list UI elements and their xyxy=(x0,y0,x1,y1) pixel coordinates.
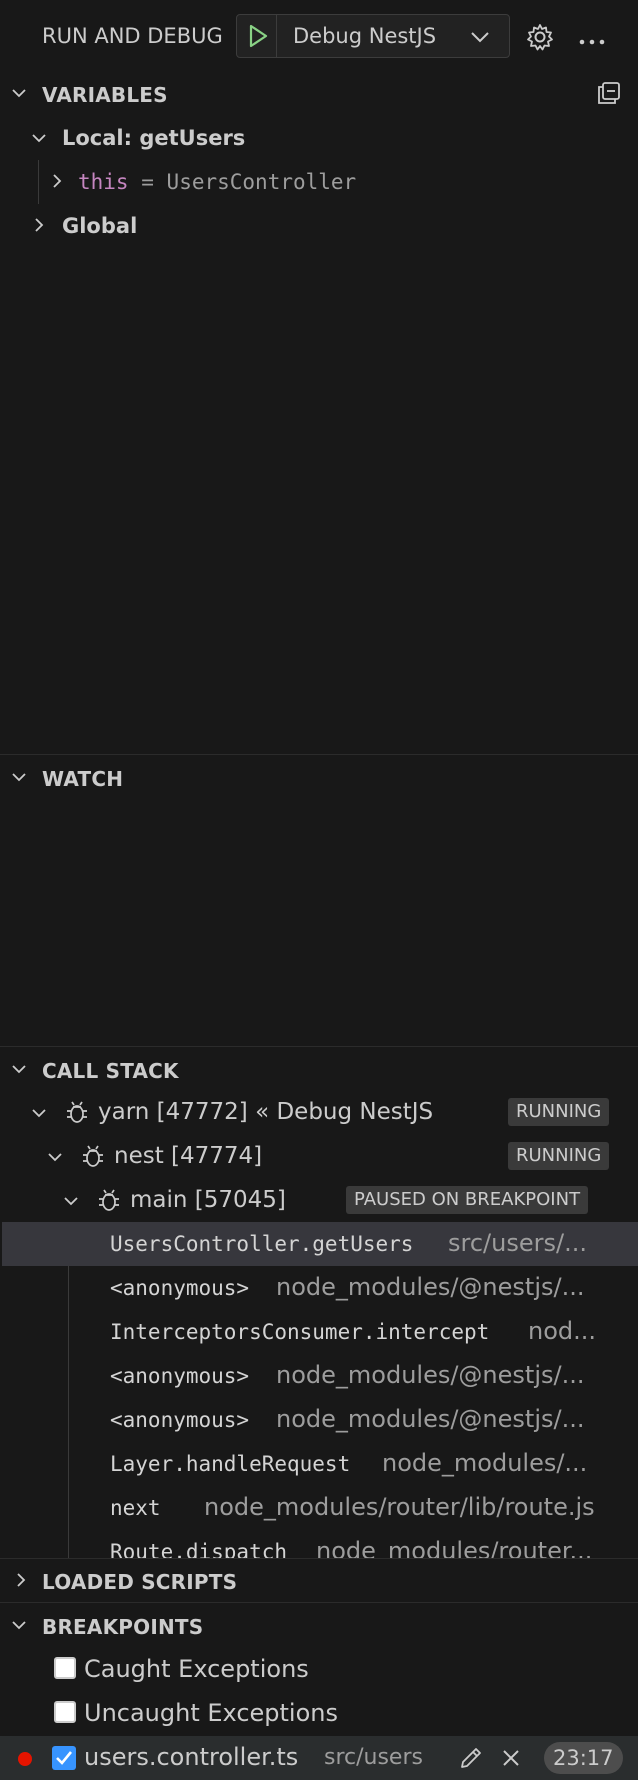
stack-frame[interactable]: <anonymous> node_modules/@nestjs/... xyxy=(2,1266,638,1310)
scope-global[interactable]: Global xyxy=(62,214,137,238)
chevron-down-icon[interactable] xyxy=(32,1106,46,1120)
frame-function: <anonymous> xyxy=(110,1408,250,1432)
loaded-scripts-section-title[interactable]: LOADED SCRIPTS xyxy=(42,1570,237,1594)
panel-title: RUN AND DEBUG xyxy=(42,24,223,48)
chevron-down-icon[interactable] xyxy=(12,1618,26,1632)
caught-exceptions-label: Caught Exceptions xyxy=(84,1655,309,1683)
scope-local[interactable]: Local: getUsers xyxy=(62,126,245,150)
caught-exceptions-checkbox[interactable] xyxy=(54,1657,76,1679)
edit-breakpoint-icon[interactable] xyxy=(458,1745,484,1775)
variables-section-title[interactable]: VARIABLES xyxy=(42,83,168,107)
start-debugging-button[interactable] xyxy=(237,15,277,57)
section-divider xyxy=(0,1558,638,1559)
status-badge: PAUSED ON BREAKPOINT xyxy=(346,1186,589,1214)
thread-label: nest [47774] xyxy=(114,1143,263,1169)
frame-function: next xyxy=(110,1496,161,1520)
play-icon xyxy=(249,24,268,48)
stack-frame[interactable]: Route.dispatch node_modules/router... xyxy=(2,1530,638,1558)
breakpoint-file-name: users.controller.ts xyxy=(84,1743,299,1771)
chevron-right-icon[interactable] xyxy=(32,218,46,232)
watch-section-title[interactable]: WATCH xyxy=(42,767,123,791)
frame-source: node_modules/@nestjs/... xyxy=(276,1273,585,1301)
breakpoint-line-badge: 23:17 xyxy=(544,1742,623,1774)
remove-breakpoint-icon[interactable] xyxy=(500,1747,522,1773)
chevron-down-icon xyxy=(469,26,491,52)
frame-function: <anonymous> xyxy=(110,1276,250,1300)
variable-equals: = xyxy=(141,170,154,194)
thread-label: main [57045] xyxy=(130,1187,286,1213)
stack-frame[interactable]: <anonymous> node_modules/@nestjs/... xyxy=(2,1398,638,1442)
frame-function: Layer.handleRequest xyxy=(110,1452,351,1476)
gear-icon[interactable] xyxy=(525,22,555,56)
frame-function: Route.dispatch xyxy=(110,1540,288,1558)
chevron-down-icon[interactable] xyxy=(48,1150,62,1164)
chevron-down-icon[interactable] xyxy=(64,1194,78,1208)
uncaught-exceptions-checkbox[interactable] xyxy=(54,1701,76,1723)
collapse-all-icon[interactable] xyxy=(596,80,622,110)
status-badge: RUNNING xyxy=(508,1142,610,1170)
uncaught-exceptions-label: Uncaught Exceptions xyxy=(84,1699,338,1727)
frame-source: src/users/... xyxy=(448,1229,587,1257)
bug-icon xyxy=(80,1143,106,1169)
section-divider xyxy=(0,1602,638,1603)
breakpoint-file-path: src/users xyxy=(324,1745,423,1770)
frame-function: UsersController.getUsers xyxy=(110,1232,414,1256)
chevron-right-icon[interactable] xyxy=(50,174,64,188)
stack-frame[interactable]: Layer.handleRequest node_modules/... xyxy=(2,1442,638,1486)
bug-icon xyxy=(96,1187,122,1213)
status-badge: RUNNING xyxy=(508,1098,610,1126)
chevron-down-icon[interactable] xyxy=(12,86,26,100)
variable-name: this xyxy=(78,170,129,194)
section-divider xyxy=(0,1046,638,1047)
breakpoints-section-title[interactable]: BREAKPOINTS xyxy=(42,1615,203,1639)
variable-value: UsersController xyxy=(166,170,357,194)
variable-this[interactable]: this = UsersController xyxy=(78,170,356,194)
stack-frame-selected[interactable]: UsersController.getUsers src/users/... xyxy=(2,1222,638,1266)
checkmark-icon xyxy=(56,1751,73,1765)
stack-frame[interactable]: <anonymous> node_modules/@nestjs/... xyxy=(2,1354,638,1398)
debug-config-label: Debug NestJS xyxy=(293,24,437,48)
breakpoint-dot-icon xyxy=(18,1752,32,1766)
thread-label: yarn [47772] « Debug NestJS xyxy=(98,1099,434,1125)
bug-icon xyxy=(64,1099,90,1125)
frame-source: nod... xyxy=(528,1317,597,1345)
breakpoint-row[interactable]: users.controller.ts src/users 23:17 xyxy=(0,1736,638,1780)
chevron-down-icon[interactable] xyxy=(32,131,46,145)
chevron-right-icon[interactable] xyxy=(14,1573,28,1587)
frame-source: node_modules/@nestjs/... xyxy=(276,1361,585,1389)
frame-source: node_modules/@nestjs/... xyxy=(276,1405,585,1433)
frame-function: <anonymous> xyxy=(110,1364,250,1388)
frame-source: node_modules/router/lib/route.js xyxy=(204,1493,595,1521)
section-divider xyxy=(0,754,638,755)
debug-config-dropdown[interactable]: Debug NestJS xyxy=(236,14,510,58)
tree-indent-guide xyxy=(38,160,39,204)
chevron-down-icon[interactable] xyxy=(12,1062,26,1076)
stack-frame[interactable]: next node_modules/router/lib/route.js xyxy=(2,1486,638,1530)
stack-frame[interactable]: InterceptorsConsumer.intercept nod... xyxy=(2,1310,638,1354)
more-actions-icon[interactable] xyxy=(578,32,608,51)
frame-function: InterceptorsConsumer.intercept xyxy=(110,1320,490,1344)
call-stack-section-title[interactable]: CALL STACK xyxy=(42,1059,179,1083)
frame-source: node_modules/router... xyxy=(316,1537,593,1558)
frame-source: node_modules/... xyxy=(382,1449,588,1477)
chevron-down-icon[interactable] xyxy=(12,770,26,784)
breakpoint-checkbox[interactable] xyxy=(52,1746,76,1770)
